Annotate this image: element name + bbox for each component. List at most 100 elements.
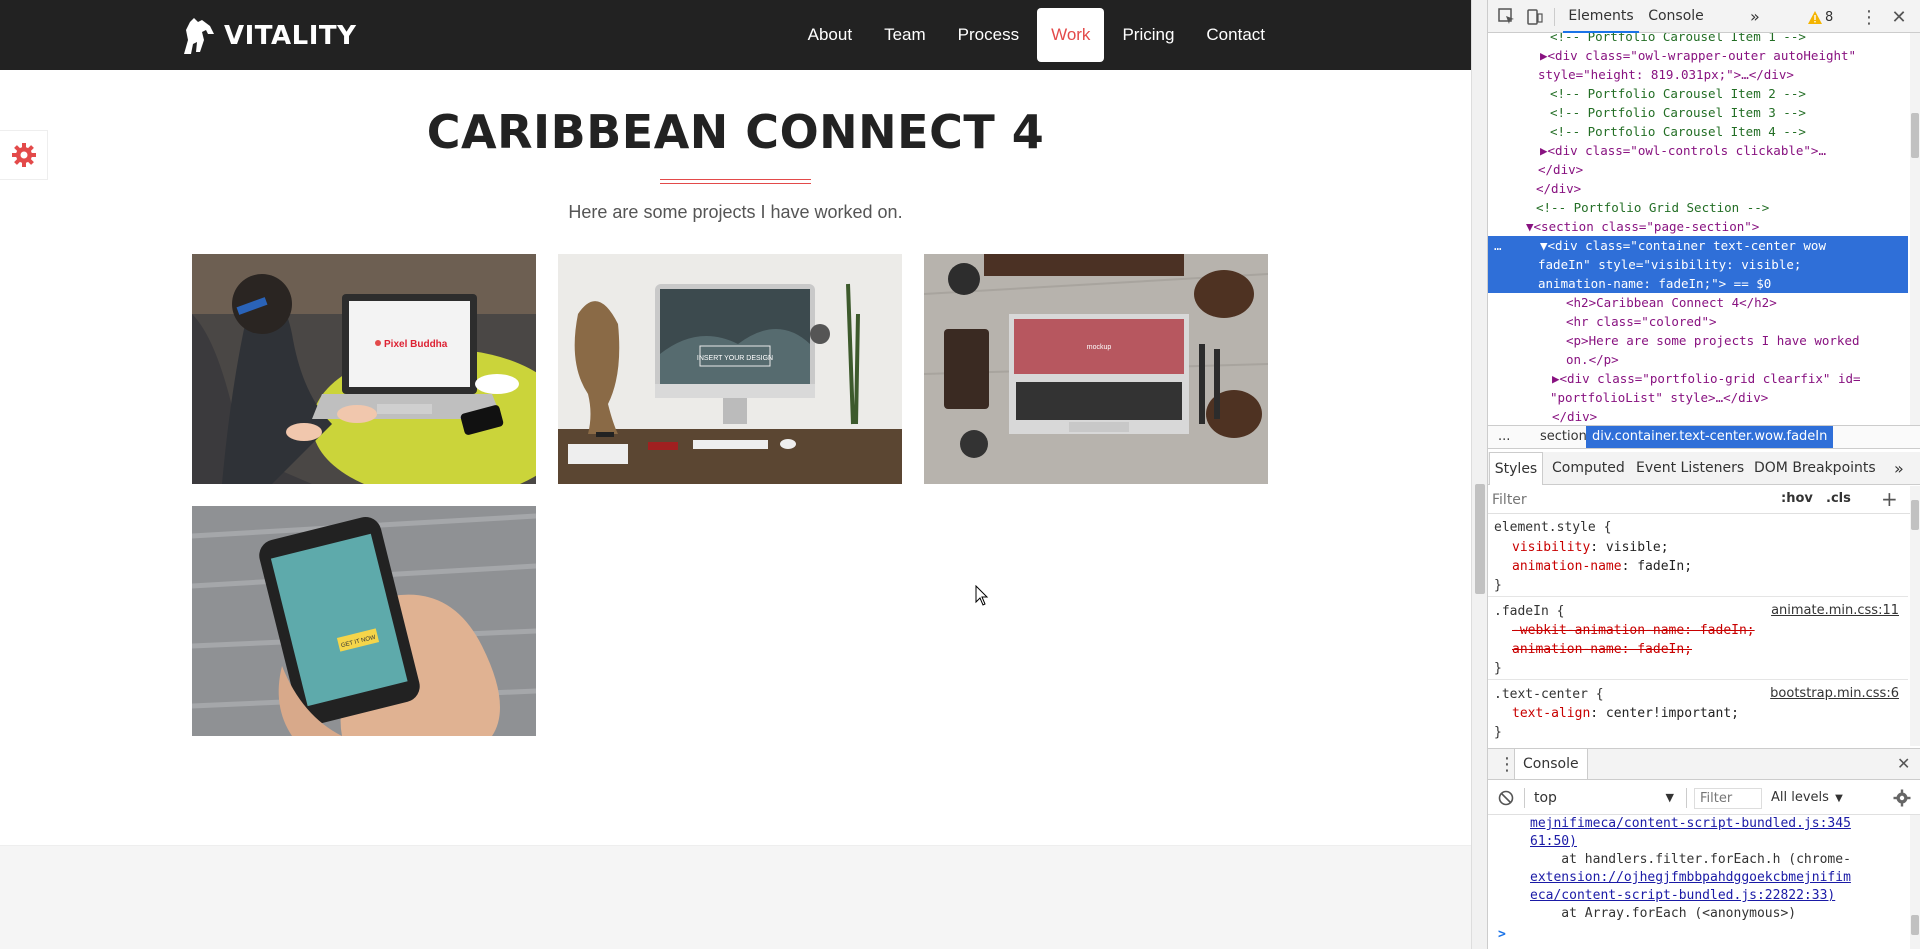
console-toolbar: top ▼ All levels ▼ [1488, 781, 1920, 815]
dom-node-line[interactable]: "portfolioList" style>…</div> [1488, 388, 1908, 407]
dom-node-line[interactable]: ▶<div class="owl-wrapper-outer autoHeigh… [1488, 46, 1908, 65]
dom-node-line[interactable]: <!-- Portfolio Carousel Item 3 --> [1488, 103, 1908, 122]
dom-node-line[interactable]: </div> [1488, 407, 1908, 425]
rule-close: } [1494, 725, 1502, 740]
inspect-element-button[interactable] [1496, 6, 1518, 28]
warning-icon [1808, 10, 1822, 24]
style-prop-name: animation-name [1512, 559, 1622, 574]
console-line[interactable]: mejnifimeca/content-script-bundled.js:34… [1530, 815, 1851, 833]
dom-node-text: <!-- Portfolio Grid Section --> [1536, 200, 1770, 215]
console-filter-input[interactable] [1694, 788, 1762, 809]
breadcrumb-ellipsis[interactable]: ... [1492, 426, 1516, 448]
styles-filter-input[interactable] [1492, 489, 1712, 511]
nav-about[interactable]: About [794, 8, 866, 62]
nav-pricing[interactable]: Pricing [1108, 8, 1188, 62]
style-property-row[interactable]: animation-name: fadeIn; [1512, 557, 1692, 577]
style-property-row[interactable]: -webkit-animation-name: fadeIn; [1512, 621, 1755, 641]
warnings-indicator[interactable]: 8 [1808, 8, 1833, 26]
console-scrollbar[interactable] [1910, 815, 1920, 949]
console-line[interactable]: 61:50) [1530, 833, 1577, 851]
text-center-source-link[interactable]: bootstrap.min.css:6 [1770, 686, 1899, 701]
dom-node-line[interactable]: <!-- Portfolio Carousel Item 2 --> [1488, 84, 1908, 103]
elements-scrollbar[interactable] [1910, 33, 1920, 425]
dom-node-line[interactable]: ▼<section class="page-section"> [1488, 217, 1908, 236]
fadein-source-link[interactable]: animate.min.css:11 [1771, 603, 1899, 618]
console-settings-gear-icon[interactable] [1893, 789, 1911, 807]
tab-event-listeners[interactable]: Event Listeners [1636, 452, 1744, 485]
nav-process[interactable]: Process [944, 8, 1033, 62]
dom-node-line[interactable]: ▶<div class="portfolio-grid clearfix" id… [1488, 369, 1908, 388]
styles-scrollbar[interactable] [1910, 486, 1920, 746]
portfolio-tile-1[interactable]: Pixel Buddha [192, 254, 536, 484]
console-scrollbar-thumb[interactable] [1911, 915, 1919, 935]
elements-tree[interactable]: <!-- Portfolio Carousel Item 1 --> ▶<div … [1488, 33, 1920, 425]
dom-node-line[interactable]: <!-- Portfolio Carousel Item 4 --> [1488, 122, 1908, 141]
kebab-menu-icon[interactable]: ⋮ [1860, 6, 1878, 28]
navbar: VITALITY About Team Process Work Pricing… [0, 0, 1471, 70]
more-tabs-icon[interactable]: » [1750, 0, 1760, 33]
console-line[interactable]: eca/content-script-bundled.js:22822:33) [1530, 887, 1835, 905]
add-rule-icon[interactable]: + [1881, 487, 1898, 511]
styles-pane: element.style { visibility: visible; ani… [1488, 514, 1920, 746]
console-drawer-tab[interactable]: Console [1514, 749, 1588, 779]
dom-node-line[interactable]: <!-- Portfolio Carousel Item 1 --> [1488, 33, 1908, 46]
hov-toggle[interactable]: :hov [1781, 491, 1813, 506]
style-property-row[interactable]: animation-name: fadeIn; [1512, 640, 1692, 660]
dom-node-line[interactable]: on.</p> [1488, 350, 1908, 369]
tab-computed[interactable]: Computed [1552, 452, 1625, 485]
styles-tabbar: Styles Computed Event Listeners DOM Brea… [1488, 452, 1920, 485]
elements-scrollbar-thumb[interactable] [1911, 113, 1919, 158]
more-styles-tabs-icon[interactable]: » [1894, 452, 1904, 485]
dom-node-line[interactable]: <h2>Caribbean Connect 4</h2> [1488, 293, 1908, 312]
nav-team[interactable]: Team [870, 8, 940, 62]
tab-styles[interactable]: Styles [1489, 452, 1543, 485]
console-divider [1686, 788, 1687, 808]
nav-contact[interactable]: Contact [1192, 8, 1279, 62]
dom-node-text: <!-- Portfolio Carousel Item 4 --> [1550, 124, 1806, 139]
log-levels-value: All levels [1771, 790, 1829, 805]
dom-node-text: fadeIn" style="visibility: visible; [1538, 257, 1802, 272]
device-icon [1527, 9, 1543, 25]
dom-node-line[interactable]: ▶<div class="owl-controls clickable">… [1488, 141, 1908, 160]
dom-node-line[interactable]: <!-- Portfolio Grid Section --> [1488, 198, 1908, 217]
cls-toggle[interactable]: .cls [1826, 491, 1851, 506]
dom-node-line[interactable]: </div> [1488, 160, 1908, 179]
dom-node-selected[interactable]: fadeIn" style="visibility: visible; [1488, 255, 1908, 274]
portfolio-tile-2[interactable]: INSERT YOUR DESIGN [558, 254, 902, 484]
dom-node-line[interactable]: </div> [1488, 179, 1908, 198]
dom-node-line[interactable]: style="height: 819.031px;">…</div> [1488, 65, 1908, 84]
breadcrumb-section[interactable]: section [1534, 426, 1593, 448]
devtools-toolbar: Elements Console » 8 ⋮ ✕ [1488, 0, 1920, 33]
tab-dom-breakpoints[interactable]: DOM Breakpoints [1754, 452, 1876, 485]
close-drawer-icon[interactable]: ✕ [1897, 754, 1910, 773]
text-center-selector: .text-center { [1494, 687, 1604, 702]
portfolio-tile-3[interactable]: mockup [924, 254, 1268, 484]
device-toolbar-button[interactable] [1524, 6, 1546, 28]
log-levels-dropdown[interactable]: All levels ▼ [1771, 788, 1843, 808]
node-actions-icon[interactable]: … [1494, 236, 1502, 255]
dom-node-selected[interactable]: ▼<div class="container text-center wow… [1488, 236, 1908, 255]
rule-separator [1488, 596, 1908, 597]
logo[interactable]: VITALITY [180, 16, 356, 56]
style-property-row[interactable]: visibility: visible; [1512, 538, 1669, 558]
portfolio-tile-4[interactable]: GET IT NOW [192, 506, 536, 736]
page-scrollbar[interactable] [1471, 0, 1487, 949]
page-scrollbar-thumb[interactable] [1475, 484, 1485, 594]
dom-node-text: ▶<div class="owl-controls clickable">… [1540, 143, 1826, 158]
styles-scrollbar-thumb[interactable] [1911, 500, 1919, 530]
dom-node-selected[interactable]: animation-name: fadeIn;"> == $0 [1488, 274, 1908, 293]
console-line[interactable]: extension://ojhegjfmbbpahdggoekcbmejnifi… [1530, 869, 1851, 887]
console-prompt[interactable]: > [1498, 927, 1506, 942]
tab-elements[interactable]: Elements [1563, 0, 1639, 33]
breadcrumb-selected-div[interactable]: div.container.text-center.wow.fadeIn [1586, 426, 1834, 448]
tab-console[interactable]: Console [1641, 0, 1711, 33]
clear-console-icon[interactable] [1498, 790, 1514, 806]
dom-node-line[interactable]: <p>Here are some projects I have worked [1488, 331, 1908, 350]
dom-node-text: animation-name: fadeIn;"> == $0 [1538, 276, 1772, 291]
nav-work[interactable]: Work [1037, 8, 1105, 62]
style-property-row[interactable]: text-align: center!important; [1512, 704, 1739, 724]
dom-node-line[interactable]: <hr class="colored"> [1488, 312, 1908, 331]
phone-photo-icon: GET IT NOW [192, 506, 536, 736]
close-devtools-icon[interactable]: ✕ [1888, 6, 1910, 28]
context-selector[interactable]: top ▼ [1530, 787, 1678, 809]
